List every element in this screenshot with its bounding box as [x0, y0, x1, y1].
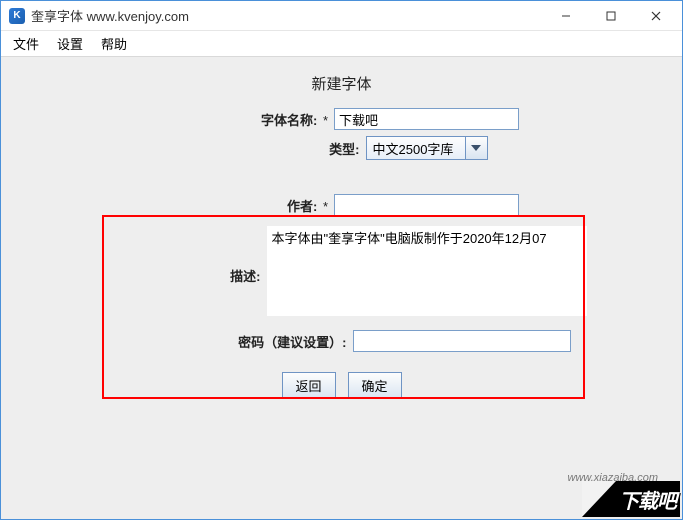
minimize-icon [561, 11, 571, 21]
row-author: 作者: * [1, 194, 682, 216]
close-icon [651, 11, 661, 21]
password-input[interactable] [353, 330, 571, 352]
type-select-value: 中文2500字库 [366, 136, 466, 160]
watermark-accent [582, 481, 616, 517]
minimize-button[interactable] [543, 2, 588, 30]
titlebar: K 奎享字体 www.kvenjoy.com [1, 1, 682, 31]
required-mark: * [323, 113, 328, 128]
row-font-name: 字体名称: * [1, 108, 682, 130]
row-type: 类型: 中文2500字库 [1, 136, 682, 160]
menu-help[interactable]: 帮助 [95, 31, 133, 56]
window-title: 奎享字体 www.kvenjoy.com [31, 6, 189, 25]
form-heading: 新建字体 [1, 73, 682, 94]
ok-button[interactable]: 确定 [348, 372, 402, 398]
menubar: 文件 设置 帮助 [1, 31, 682, 57]
window-controls [543, 2, 678, 30]
font-name-input[interactable] [334, 108, 519, 130]
row-description: 描述: [1, 226, 682, 316]
label-author: 作者: * [164, 196, 334, 215]
label-description: 描述: [97, 226, 267, 285]
author-input[interactable] [334, 194, 519, 216]
label-font-name: 字体名称: * [164, 110, 334, 129]
app-window: K 奎享字体 www.kvenjoy.com 文件 设置 帮助 新建字体 字体名… [0, 0, 683, 520]
client-area: 新建字体 字体名称: * 类型: 中文2500字库 作者: * [1, 57, 682, 519]
back-button[interactable]: 返回 [282, 372, 336, 398]
row-password: 密码（建议设置）: [1, 330, 682, 352]
close-button[interactable] [633, 2, 678, 30]
type-select[interactable]: 中文2500字库 [366, 136, 488, 160]
label-password: 密码（建议设置）: [113, 332, 353, 351]
menu-file[interactable]: 文件 [7, 31, 45, 56]
required-mark: * [323, 199, 328, 214]
description-textarea[interactable] [267, 226, 587, 316]
chevron-down-icon [471, 143, 481, 153]
button-row: 返回 确定 [1, 372, 682, 398]
maximize-button[interactable] [588, 2, 633, 30]
maximize-icon [606, 11, 616, 21]
label-type: 类型: [196, 139, 366, 158]
watermark-logo: 下载吧 [582, 481, 680, 517]
app-icon: K [9, 8, 25, 24]
watermark-logo-text: 下载吧 [619, 485, 676, 514]
type-select-toggle[interactable] [466, 136, 488, 160]
menu-settings[interactable]: 设置 [51, 31, 89, 56]
